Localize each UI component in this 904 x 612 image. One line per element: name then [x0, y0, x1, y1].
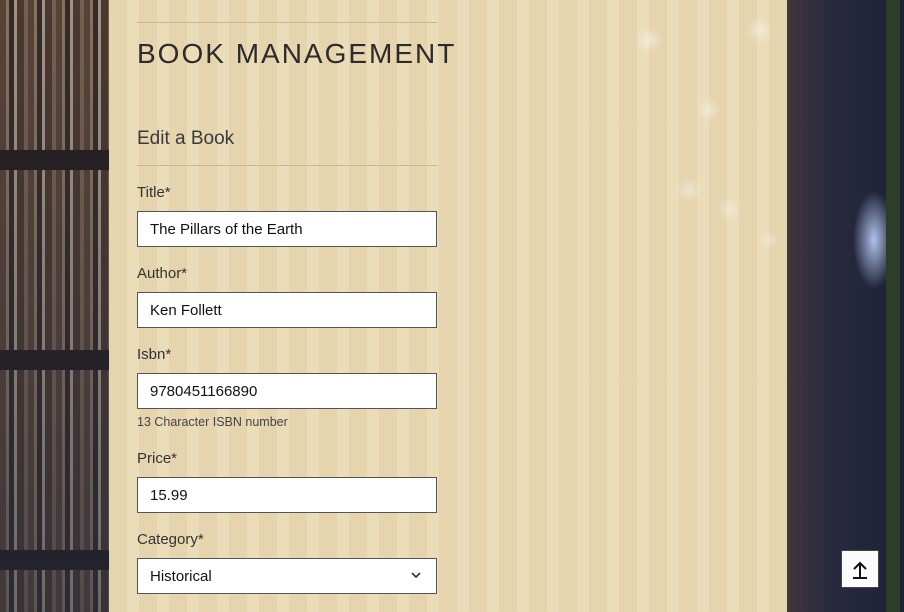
category-selected-value: Historical — [150, 568, 212, 585]
category-label: Category* — [137, 531, 204, 548]
title-input[interactable] — [137, 211, 437, 247]
page-title: BOOK MANAGEMENT — [137, 38, 457, 69]
back-to-top-button[interactable] — [841, 550, 879, 588]
arrow-up-icon — [853, 561, 867, 579]
page-subtitle: Edit a Book — [137, 128, 235, 149]
top-divider — [137, 22, 437, 23]
isbn-input[interactable] — [137, 373, 437, 409]
author-input[interactable] — [137, 292, 437, 328]
isbn-label: Isbn* — [137, 346, 172, 363]
section-divider — [137, 165, 437, 166]
price-input[interactable] — [137, 477, 437, 513]
category-select[interactable]: Historical — [137, 558, 437, 594]
author-label: Author* — [137, 265, 188, 282]
chevron-down-icon — [411, 572, 421, 579]
bookshelf-left-image — [0, 0, 120, 612]
isbn-hint: 13 Character ISBN number — [137, 415, 288, 429]
title-label: Title* — [137, 184, 171, 201]
price-label: Price* — [137, 450, 178, 467]
library-aisle-right-image — [774, 0, 904, 612]
